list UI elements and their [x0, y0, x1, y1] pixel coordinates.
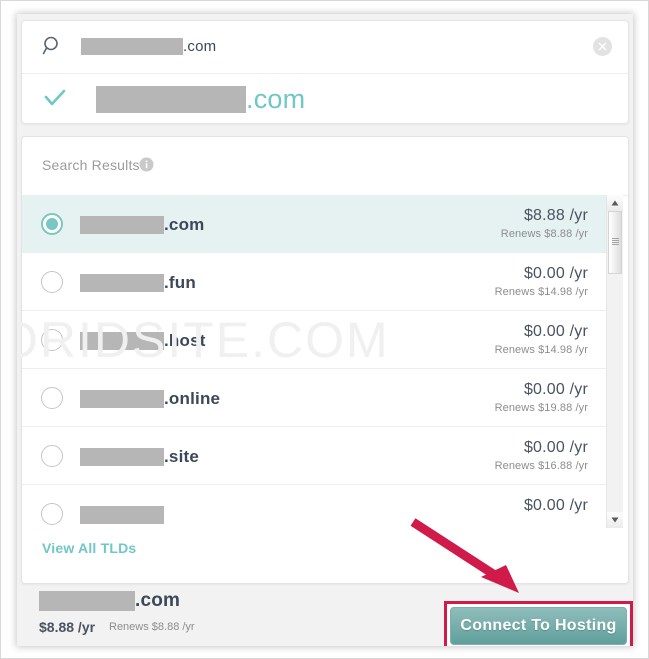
table-row[interactable]: $0.00 /yr — [22, 485, 606, 528]
footer-renewal-price: Renews $8.88 /yr — [109, 621, 195, 633]
result-domain-name: .online — [80, 388, 220, 409]
result-domain-name — [80, 504, 164, 525]
radio-button[interactable] — [41, 271, 63, 293]
result-domain-name: .host — [80, 330, 206, 351]
connect-to-hosting-button[interactable]: Connect To Hosting — [450, 607, 627, 645]
radio-button[interactable] — [41, 329, 63, 351]
result-domain-name: .site — [80, 446, 199, 467]
info-icon[interactable] — [139, 157, 154, 172]
search-input-suffix: .com — [183, 37, 217, 55]
result-price: $8.88 /yr — [523, 207, 588, 224]
result-domain-tld: .com — [164, 214, 205, 234]
table-row[interactable]: .com $8.88 /yr Renews $8.88 /yr — [22, 195, 606, 253]
radio-button[interactable] — [41, 387, 63, 409]
result-domain-tld: .site — [164, 446, 200, 466]
radio-button[interactable] — [41, 213, 63, 235]
table-row[interactable]: .site $0.00 /yr Renews $16.88 /yr — [22, 427, 606, 485]
redacted-text — [81, 37, 183, 55]
search-icon — [42, 35, 64, 57]
result-domain-tld: .fun — [164, 272, 196, 292]
domain-search-panel: ORIDSITE.COM .com .com Search Results .c… — [17, 14, 633, 646]
result-domain-name: .fun — [80, 272, 196, 293]
result-price: $0.00 /yr — [523, 497, 588, 514]
screenshot-frame: ORIDSITE.COM .com .com Search Results .c… — [0, 0, 649, 659]
result-domain-tld: .online — [164, 388, 221, 408]
radio-button[interactable] — [41, 503, 63, 525]
redacted-text — [80, 389, 164, 408]
suggested-domain-row[interactable]: .com — [22, 74, 628, 123]
redacted-text — [80, 215, 164, 234]
scroll-thumb[interactable] — [608, 211, 622, 274]
radio-button[interactable] — [41, 445, 63, 467]
result-price: $0.00 /yr — [523, 439, 588, 456]
result-price: $0.00 /yr — [523, 381, 588, 398]
search-results-header: Search Results — [22, 137, 628, 196]
grip-icon — [612, 238, 619, 246]
search-input[interactable]: .com — [81, 35, 216, 57]
result-renewal-price: Renews $8.88 /yr — [500, 228, 588, 240]
suggested-domain-name: .com — [96, 81, 305, 118]
search-results-card: Search Results .com $8.88 /yr Renews $8.… — [21, 136, 629, 584]
result-domain-tld: .host — [164, 330, 206, 350]
result-renewal-price: Renews $16.88 /yr — [494, 460, 588, 472]
result-price: $0.00 /yr — [523, 323, 588, 340]
check-icon — [43, 86, 67, 110]
search-row: .com — [22, 21, 628, 74]
result-renewal-price: Renews $19.88 /yr — [494, 402, 588, 414]
caret-up-icon[interactable] — [607, 195, 623, 211]
result-renewal-price: Renews $14.98 /yr — [494, 286, 588, 298]
footer-domain-suffix: .com — [135, 590, 181, 611]
view-all-tlds-link[interactable]: View All TLDs — [42, 540, 136, 556]
redacted-text — [39, 591, 135, 611]
result-renewal-price: Renews $14.98 /yr — [494, 344, 588, 356]
redacted-text — [80, 505, 164, 524]
table-row[interactable]: .host $0.00 /yr Renews $14.98 /yr — [22, 311, 606, 369]
results-scrollbar[interactable] — [606, 195, 623, 528]
clear-search-button[interactable] — [593, 37, 612, 56]
search-card: .com .com — [21, 20, 629, 124]
footer-domain-name: .com — [39, 589, 180, 613]
footer-price: $8.88 /yr — [39, 619, 96, 635]
caret-down-icon[interactable] — [607, 512, 623, 528]
search-results-title: Search Results — [42, 157, 140, 173]
redacted-text — [80, 447, 164, 466]
suggested-domain-suffix: .com — [246, 84, 306, 114]
results-list: .com $8.88 /yr Renews $8.88 /yr .fun $0.… — [22, 195, 606, 528]
result-domain-name: .com — [80, 214, 204, 235]
results-scroll-viewport: .com $8.88 /yr Renews $8.88 /yr .fun $0.… — [22, 195, 628, 528]
result-price: $0.00 /yr — [523, 265, 588, 282]
table-row[interactable]: .online $0.00 /yr Renews $19.88 /yr — [22, 369, 606, 427]
table-row[interactable]: .fun $0.00 /yr Renews $14.98 /yr — [22, 253, 606, 311]
redacted-text — [80, 273, 164, 292]
redacted-text — [96, 86, 246, 113]
redacted-text — [80, 331, 164, 350]
